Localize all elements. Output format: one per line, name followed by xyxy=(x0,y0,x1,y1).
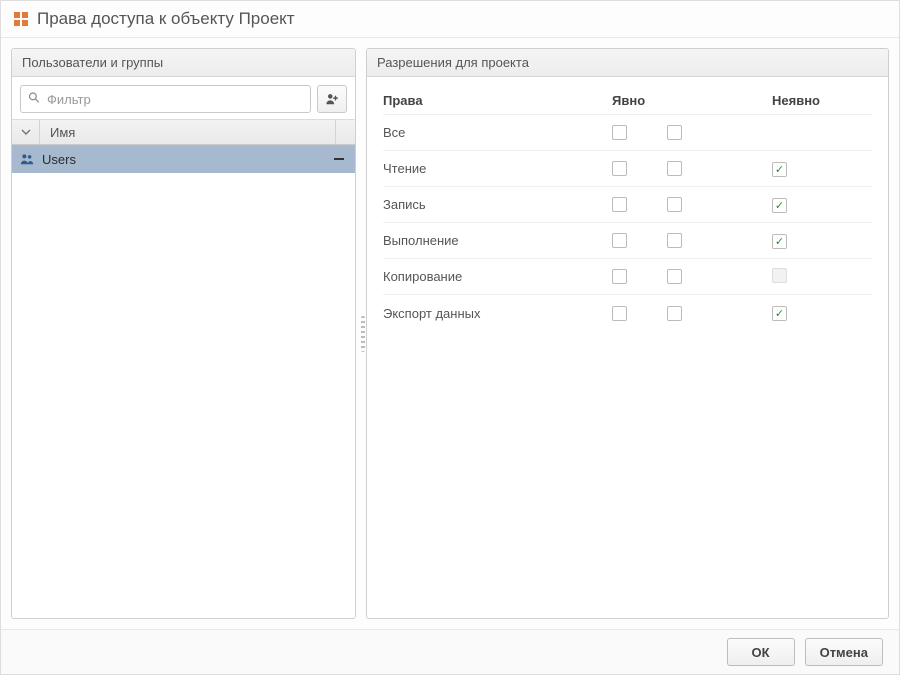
permission-row: Выполнение xyxy=(383,223,872,259)
col-rights-label: Права xyxy=(383,93,612,108)
permissions-header: Разрешения для проекта xyxy=(367,49,888,77)
implicit-checkbox xyxy=(772,234,787,249)
ok-button[interactable]: ОК xyxy=(727,638,795,666)
chevron-down-icon xyxy=(21,127,31,137)
permissions-icon xyxy=(13,11,29,27)
users-column-header: Имя xyxy=(12,119,355,145)
implicit-checkbox xyxy=(772,162,787,177)
explicit-cell xyxy=(612,125,772,140)
permission-label: Запись xyxy=(383,197,612,212)
window-title: Права доступа к объекту Проект xyxy=(37,9,295,29)
users-groups-header: Пользователи и группы xyxy=(12,49,355,77)
explicit-cell xyxy=(612,269,772,284)
col-implicit-label: Неявно xyxy=(772,93,872,108)
minus-icon xyxy=(334,154,344,164)
user-plus-icon xyxy=(325,92,339,106)
list-item[interactable]: Users xyxy=(12,145,355,173)
explicit-allow-checkbox[interactable] xyxy=(612,125,627,140)
list-item-label: Users xyxy=(42,152,323,167)
permission-label: Чтение xyxy=(383,161,612,176)
content-area: Пользователи и группы xyxy=(1,38,899,629)
implicit-checkbox xyxy=(772,306,787,321)
explicit-cell xyxy=(612,233,772,248)
explicit-cell xyxy=(612,306,772,321)
explicit-allow-checkbox[interactable] xyxy=(612,197,627,212)
implicit-cell xyxy=(772,161,872,177)
column-name-label[interactable]: Имя xyxy=(40,120,335,144)
implicit-cell xyxy=(772,233,872,249)
permission-label: Копирование xyxy=(383,269,612,284)
permission-row: Все xyxy=(383,115,872,151)
explicit-allow-checkbox[interactable] xyxy=(612,306,627,321)
permission-row: Запись xyxy=(383,187,872,223)
sort-toggle[interactable] xyxy=(12,120,40,144)
remove-item-button[interactable] xyxy=(331,152,347,167)
explicit-deny-checkbox[interactable] xyxy=(667,269,682,284)
users-list: Users xyxy=(12,145,355,618)
implicit-checkbox xyxy=(772,268,787,283)
explicit-deny-checkbox[interactable] xyxy=(667,197,682,212)
splitter-handle[interactable] xyxy=(361,316,365,352)
permission-row: Копирование xyxy=(383,259,872,295)
explicit-deny-checkbox[interactable] xyxy=(667,306,682,321)
permission-label: Экспорт данных xyxy=(383,306,612,321)
explicit-allow-checkbox[interactable] xyxy=(612,161,627,176)
implicit-checkbox xyxy=(772,198,787,213)
dialog-window: Права доступа к объекту Проект Пользоват… xyxy=(0,0,900,675)
permission-row: Чтение xyxy=(383,151,872,187)
explicit-allow-checkbox[interactable] xyxy=(612,233,627,248)
explicit-deny-checkbox[interactable] xyxy=(667,161,682,176)
permission-row: Экспорт данных xyxy=(383,295,872,331)
column-header-tail xyxy=(335,120,355,144)
implicit-cell xyxy=(772,305,872,321)
explicit-allow-checkbox[interactable] xyxy=(612,269,627,284)
permissions-rows: Все Чтение Запись Выполнение Копирование Эксп… xyxy=(383,115,872,331)
filter-input-wrap xyxy=(20,85,311,113)
permission-label: Выполнение xyxy=(383,233,612,248)
users-groups-panel: Пользователи и группы xyxy=(11,48,356,619)
explicit-deny-checkbox[interactable] xyxy=(667,233,682,248)
titlebar: Права доступа к объекту Проект xyxy=(1,1,899,38)
filter-input[interactable] xyxy=(20,85,311,113)
permissions-columns: Права Явно Неявно xyxy=(383,87,872,115)
explicit-cell xyxy=(612,161,772,176)
implicit-cell xyxy=(772,197,872,213)
add-user-button[interactable] xyxy=(317,85,347,113)
implicit-cell xyxy=(772,268,872,286)
group-icon xyxy=(20,152,34,166)
permissions-panel: Разрешения для проекта Права Явно Неявно… xyxy=(366,48,889,619)
permission-label: Все xyxy=(383,125,612,140)
cancel-button[interactable]: Отмена xyxy=(805,638,883,666)
dialog-footer: ОК Отмена xyxy=(1,629,899,674)
search-icon xyxy=(28,92,40,107)
explicit-deny-checkbox[interactable] xyxy=(667,125,682,140)
col-explicit-label: Явно xyxy=(612,93,772,108)
explicit-cell xyxy=(612,197,772,212)
